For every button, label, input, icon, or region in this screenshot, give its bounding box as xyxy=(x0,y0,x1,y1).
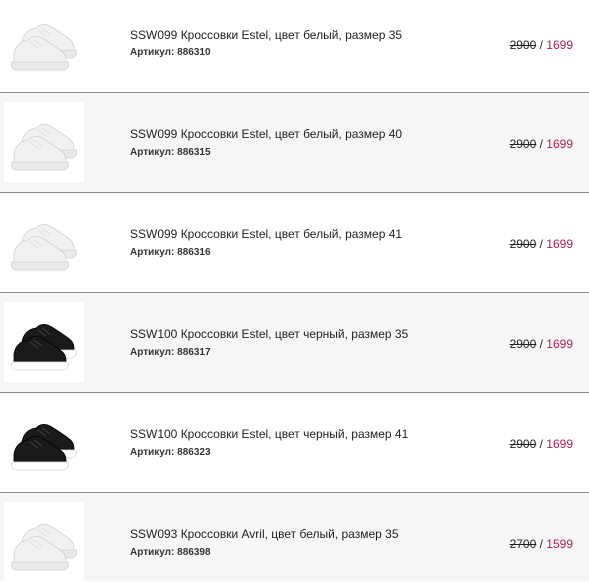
product-list: SSW099 Кроссовки Estel, цвет белый, разм… xyxy=(0,0,589,582)
old-price: 2900 xyxy=(509,137,537,151)
old-price: 2900 xyxy=(509,437,537,451)
sneaker-icon xyxy=(11,224,77,271)
product-thumbnail[interactable] xyxy=(4,502,84,582)
new-price: 1699 xyxy=(546,437,573,451)
sku-label: Артикул: xyxy=(130,547,175,558)
product-row[interactable]: SSW100 Кроссовки Estel, цвет черный, раз… xyxy=(0,293,589,393)
product-price: 2900 / 1699 xyxy=(510,237,573,251)
sneaker-icon xyxy=(11,324,77,371)
sku-value: 886315 xyxy=(177,147,211,158)
product-title[interactable]: SSW100 Кроссовки Estel, цвет черный, раз… xyxy=(130,427,408,441)
product-sku: Артикул: 886323 xyxy=(130,447,211,458)
product-thumbnail[interactable] xyxy=(4,302,84,382)
product-thumbnail[interactable] xyxy=(4,102,84,182)
sku-value: 886323 xyxy=(177,447,211,458)
product-title[interactable]: SSW099 Кроссовки Estel, цвет белый, разм… xyxy=(130,227,402,241)
new-price: 1699 xyxy=(546,337,573,351)
product-sku: Артикул: 886310 xyxy=(130,47,211,58)
price-separator: / xyxy=(536,237,547,251)
product-price: 2900 / 1699 xyxy=(510,137,573,151)
new-price: 1699 xyxy=(546,137,573,151)
new-price: 1699 xyxy=(546,38,573,52)
product-row[interactable]: SSW099 Кроссовки Estel, цвет белый, разм… xyxy=(0,193,589,293)
product-title[interactable]: SSW093 Кроссовки Avril, цвет белый, разм… xyxy=(130,527,399,541)
sku-label: Артикул: xyxy=(130,447,175,458)
product-sku: Артикул: 886315 xyxy=(130,147,211,158)
price-separator: / xyxy=(536,437,547,451)
product-sku: Артикул: 886316 xyxy=(130,247,211,258)
old-price: 2900 xyxy=(509,38,537,52)
sku-label: Артикул: xyxy=(130,247,175,258)
product-thumbnail[interactable] xyxy=(4,2,84,82)
sneaker-icon xyxy=(11,24,77,71)
new-price: 1699 xyxy=(546,237,573,251)
product-price: 2900 / 1699 xyxy=(510,437,573,451)
product-title[interactable]: SSW100 Кроссовки Estel, цвет черный, раз… xyxy=(130,327,408,341)
sku-value: 886398 xyxy=(177,547,211,558)
product-title[interactable]: SSW099 Кроссовки Estel, цвет белый, разм… xyxy=(130,28,402,42)
old-price: 2900 xyxy=(509,337,537,351)
price-separator: / xyxy=(536,38,547,52)
product-row[interactable]: SSW099 Кроссовки Estel, цвет белый, разм… xyxy=(0,93,589,193)
sku-value: 886316 xyxy=(177,247,211,258)
sneaker-icon xyxy=(11,524,77,571)
product-sku: Артикул: 886398 xyxy=(130,547,211,558)
product-row[interactable]: SSW099 Кроссовки Estel, цвет белый, разм… xyxy=(0,0,589,93)
sku-value: 886317 xyxy=(177,347,211,358)
product-price: 2900 / 1699 xyxy=(510,337,573,351)
price-separator: / xyxy=(536,337,547,351)
product-row[interactable]: SSW093 Кроссовки Avril, цвет белый, разм… xyxy=(0,493,589,582)
old-price: 2700 xyxy=(509,537,537,551)
product-row[interactable]: SSW100 Кроссовки Estel, цвет черный, раз… xyxy=(0,393,589,493)
price-separator: / xyxy=(536,537,547,551)
product-price: 2700 / 1599 xyxy=(510,537,573,551)
new-price: 1599 xyxy=(546,537,573,551)
price-separator: / xyxy=(536,137,547,151)
old-price: 2900 xyxy=(509,237,537,251)
product-thumbnail[interactable] xyxy=(4,202,84,282)
product-title[interactable]: SSW099 Кроссовки Estel, цвет белый, разм… xyxy=(130,127,402,141)
sneaker-icon xyxy=(11,124,77,171)
product-thumbnail[interactable] xyxy=(4,402,84,482)
sku-value: 886310 xyxy=(177,47,211,58)
sku-label: Артикул: xyxy=(130,347,175,358)
sku-label: Артикул: xyxy=(130,47,175,58)
sku-label: Артикул: xyxy=(130,147,175,158)
sneaker-icon xyxy=(11,424,77,471)
product-price: 2900 / 1699 xyxy=(510,38,573,52)
product-sku: Артикул: 886317 xyxy=(130,347,211,358)
